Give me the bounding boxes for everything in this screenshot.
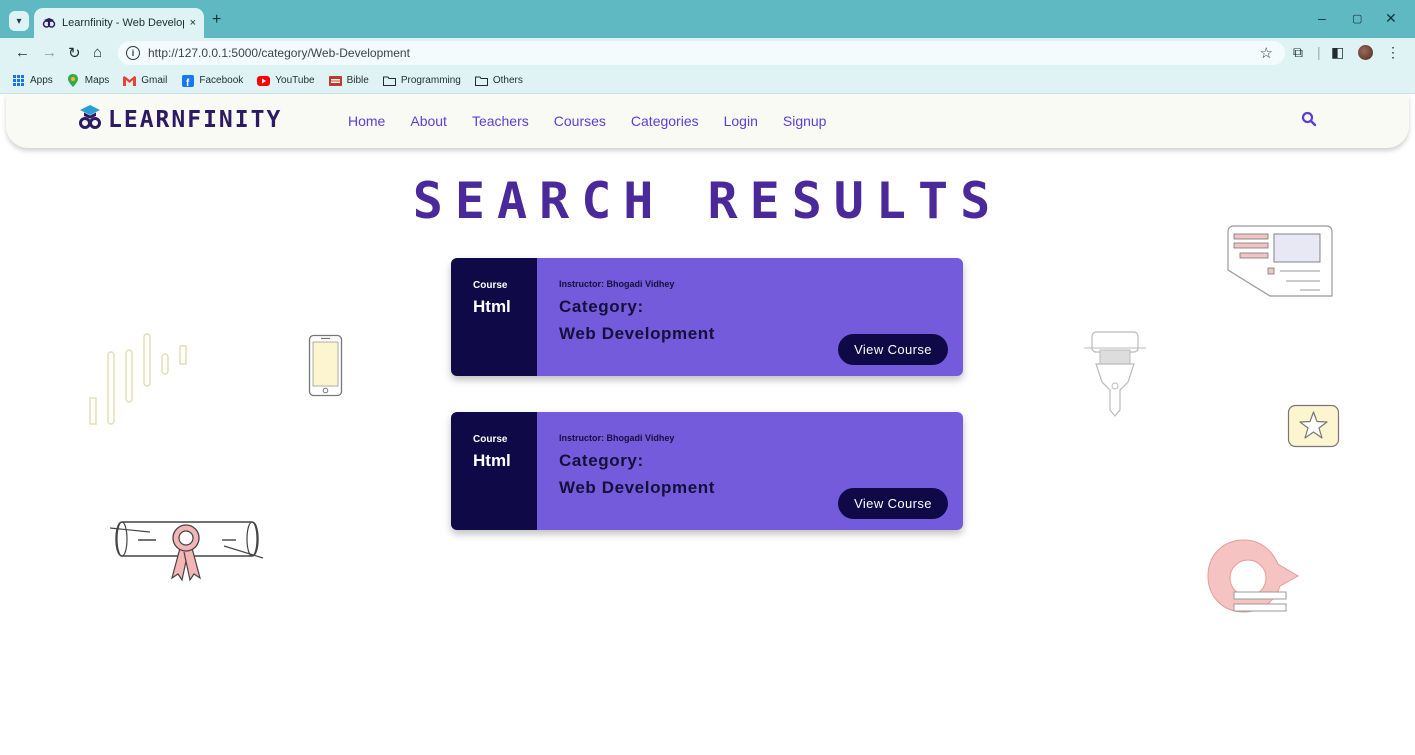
bookmark-maps[interactable]: Maps: [67, 74, 110, 87]
bookmark-youtube[interactable]: YouTube: [257, 75, 315, 86]
course-category-label: Category:: [559, 297, 644, 316]
bookmark-apps[interactable]: Apps: [12, 75, 53, 86]
window-restore-icon[interactable]: ▢: [1352, 12, 1362, 25]
bible-icon: [328, 75, 342, 86]
graduation-infinity-logo-icon: [78, 104, 102, 135]
course-card: Course Html Instructor: Bhogadi Vidhey C…: [451, 258, 963, 376]
address-bar[interactable]: i http://127.0.0.1:5000/category/Web-Dev…: [118, 41, 1285, 65]
browser-titlebar: ▾ Learnfinity - Web Development × + – ▢ …: [0, 0, 1415, 38]
nav-home[interactable]: Home: [348, 113, 385, 129]
bookmark-label: Programming: [400, 75, 461, 86]
course-card: Course Html Instructor: Bhogadi Vidhey C…: [451, 412, 963, 530]
maps-pin-icon: [67, 74, 80, 87]
bookmark-label: YouTube: [275, 75, 315, 86]
view-course-button[interactable]: View Course: [838, 488, 948, 519]
home-icon[interactable]: ⌂: [93, 44, 102, 61]
folder-icon: [474, 75, 488, 86]
bookmark-label: Facebook: [199, 75, 244, 86]
tab-close-icon[interactable]: ×: [190, 17, 196, 29]
course-instructor: Instructor: Bhogadi Vidhey: [559, 279, 675, 289]
course-card-side: Course Html: [451, 258, 537, 376]
bar-chart-illustration-icon: [89, 333, 187, 425]
forward-arrow-icon[interactable]: →: [42, 44, 57, 61]
nav-about[interactable]: About: [410, 113, 447, 129]
course-card-body: Instructor: Bhogadi Vidhey Category: Web…: [537, 412, 963, 530]
main-nav: Home About Teachers Courses Categories L…: [348, 113, 851, 129]
apps-grid-icon: [12, 75, 25, 86]
nav-categories[interactable]: Categories: [631, 113, 699, 129]
course-instructor: Instructor: Bhogadi Vidhey: [559, 433, 675, 443]
nav-courses[interactable]: Courses: [554, 113, 606, 129]
youtube-icon: [257, 75, 271, 86]
site-info-icon[interactable]: i: [126, 46, 140, 60]
reload-icon[interactable]: ↻: [68, 44, 81, 62]
browser-toolbar: ← → ↻ ⌂ i http://127.0.0.1:5000/category…: [0, 38, 1415, 68]
tab-search-chevron-icon[interactable]: ▾: [9, 11, 29, 31]
bookmark-gmail[interactable]: Gmail: [123, 75, 167, 86]
bookmarks-bar: Apps Maps Gmail f Facebook YouTube Bible: [0, 68, 1415, 94]
search-magnifier-illustration-icon: [1207, 539, 1299, 613]
star-badge-illustration-icon: [1287, 404, 1340, 448]
window-close-icon[interactable]: ✕: [1385, 10, 1397, 27]
page-title: SEARCH RESULTS: [412, 172, 1003, 230]
facebook-icon: f: [181, 74, 194, 87]
tab-title: Learnfinity - Web Development: [62, 17, 184, 29]
bookmark-label: Maps: [84, 75, 110, 86]
nav-login[interactable]: Login: [724, 113, 758, 129]
course-card-body: Instructor: Bhogadi Vidhey Category: Web…: [537, 258, 963, 376]
diploma-scroll-illustration-icon: [110, 521, 264, 582]
bookmark-star-icon[interactable]: ☆: [1260, 44, 1273, 62]
window-minimize-icon[interactable]: –: [1318, 10, 1326, 26]
course-category-label: Category:: [559, 451, 644, 470]
site-header: LEARNFINITY Home About Teachers Courses …: [6, 94, 1409, 148]
bookmark-facebook[interactable]: f Facebook: [181, 74, 244, 87]
bookmark-folder-others[interactable]: Others: [474, 75, 523, 86]
web-layout-illustration-icon: [1227, 225, 1333, 297]
course-name: Html: [473, 451, 511, 470]
course-kind-label: Course: [473, 280, 508, 291]
browser-menu-icon[interactable]: ⋮: [1386, 44, 1400, 61]
smartphone-illustration-icon: [308, 334, 343, 397]
browser-tab-active[interactable]: Learnfinity - Web Development ×: [34, 8, 204, 38]
back-arrow-icon[interactable]: ←: [15, 44, 30, 61]
site-logo[interactable]: LEARNFINITY: [78, 104, 282, 135]
search-icon[interactable]: [1301, 111, 1317, 132]
bookmark-label: Gmail: [141, 75, 168, 86]
side-panel-icon[interactable]: ◧: [1331, 44, 1344, 61]
bookmark-label: Apps: [30, 75, 53, 86]
nav-signup[interactable]: Signup: [783, 113, 827, 129]
bookmark-label: Bible: [346, 75, 369, 86]
course-name: Html: [473, 297, 511, 316]
gmail-icon: [123, 75, 137, 86]
fountain-pen-illustration-icon: [1084, 331, 1146, 417]
folder-icon: [382, 75, 396, 86]
profile-avatar[interactable]: [1358, 45, 1373, 60]
course-kind-label: Course: [473, 434, 508, 445]
view-course-button[interactable]: View Course: [838, 334, 948, 365]
bookmark-label: Others: [492, 75, 523, 86]
bookmark-bible[interactable]: Bible: [328, 75, 369, 86]
new-tab-button[interactable]: +: [212, 11, 221, 29]
learnfinity-favicon-icon: [42, 16, 56, 30]
nav-teachers[interactable]: Teachers: [472, 113, 529, 129]
course-card-side: Course Html: [451, 412, 537, 530]
bookmark-folder-programming[interactable]: Programming: [382, 75, 461, 86]
toolbar-divider: |: [1317, 44, 1321, 60]
extensions-puzzle-icon[interactable]: ⧉: [1293, 44, 1303, 61]
address-url: http://127.0.0.1:5000/category/Web-Devel…: [148, 46, 410, 60]
logo-text: LEARNFINITY: [108, 106, 283, 133]
